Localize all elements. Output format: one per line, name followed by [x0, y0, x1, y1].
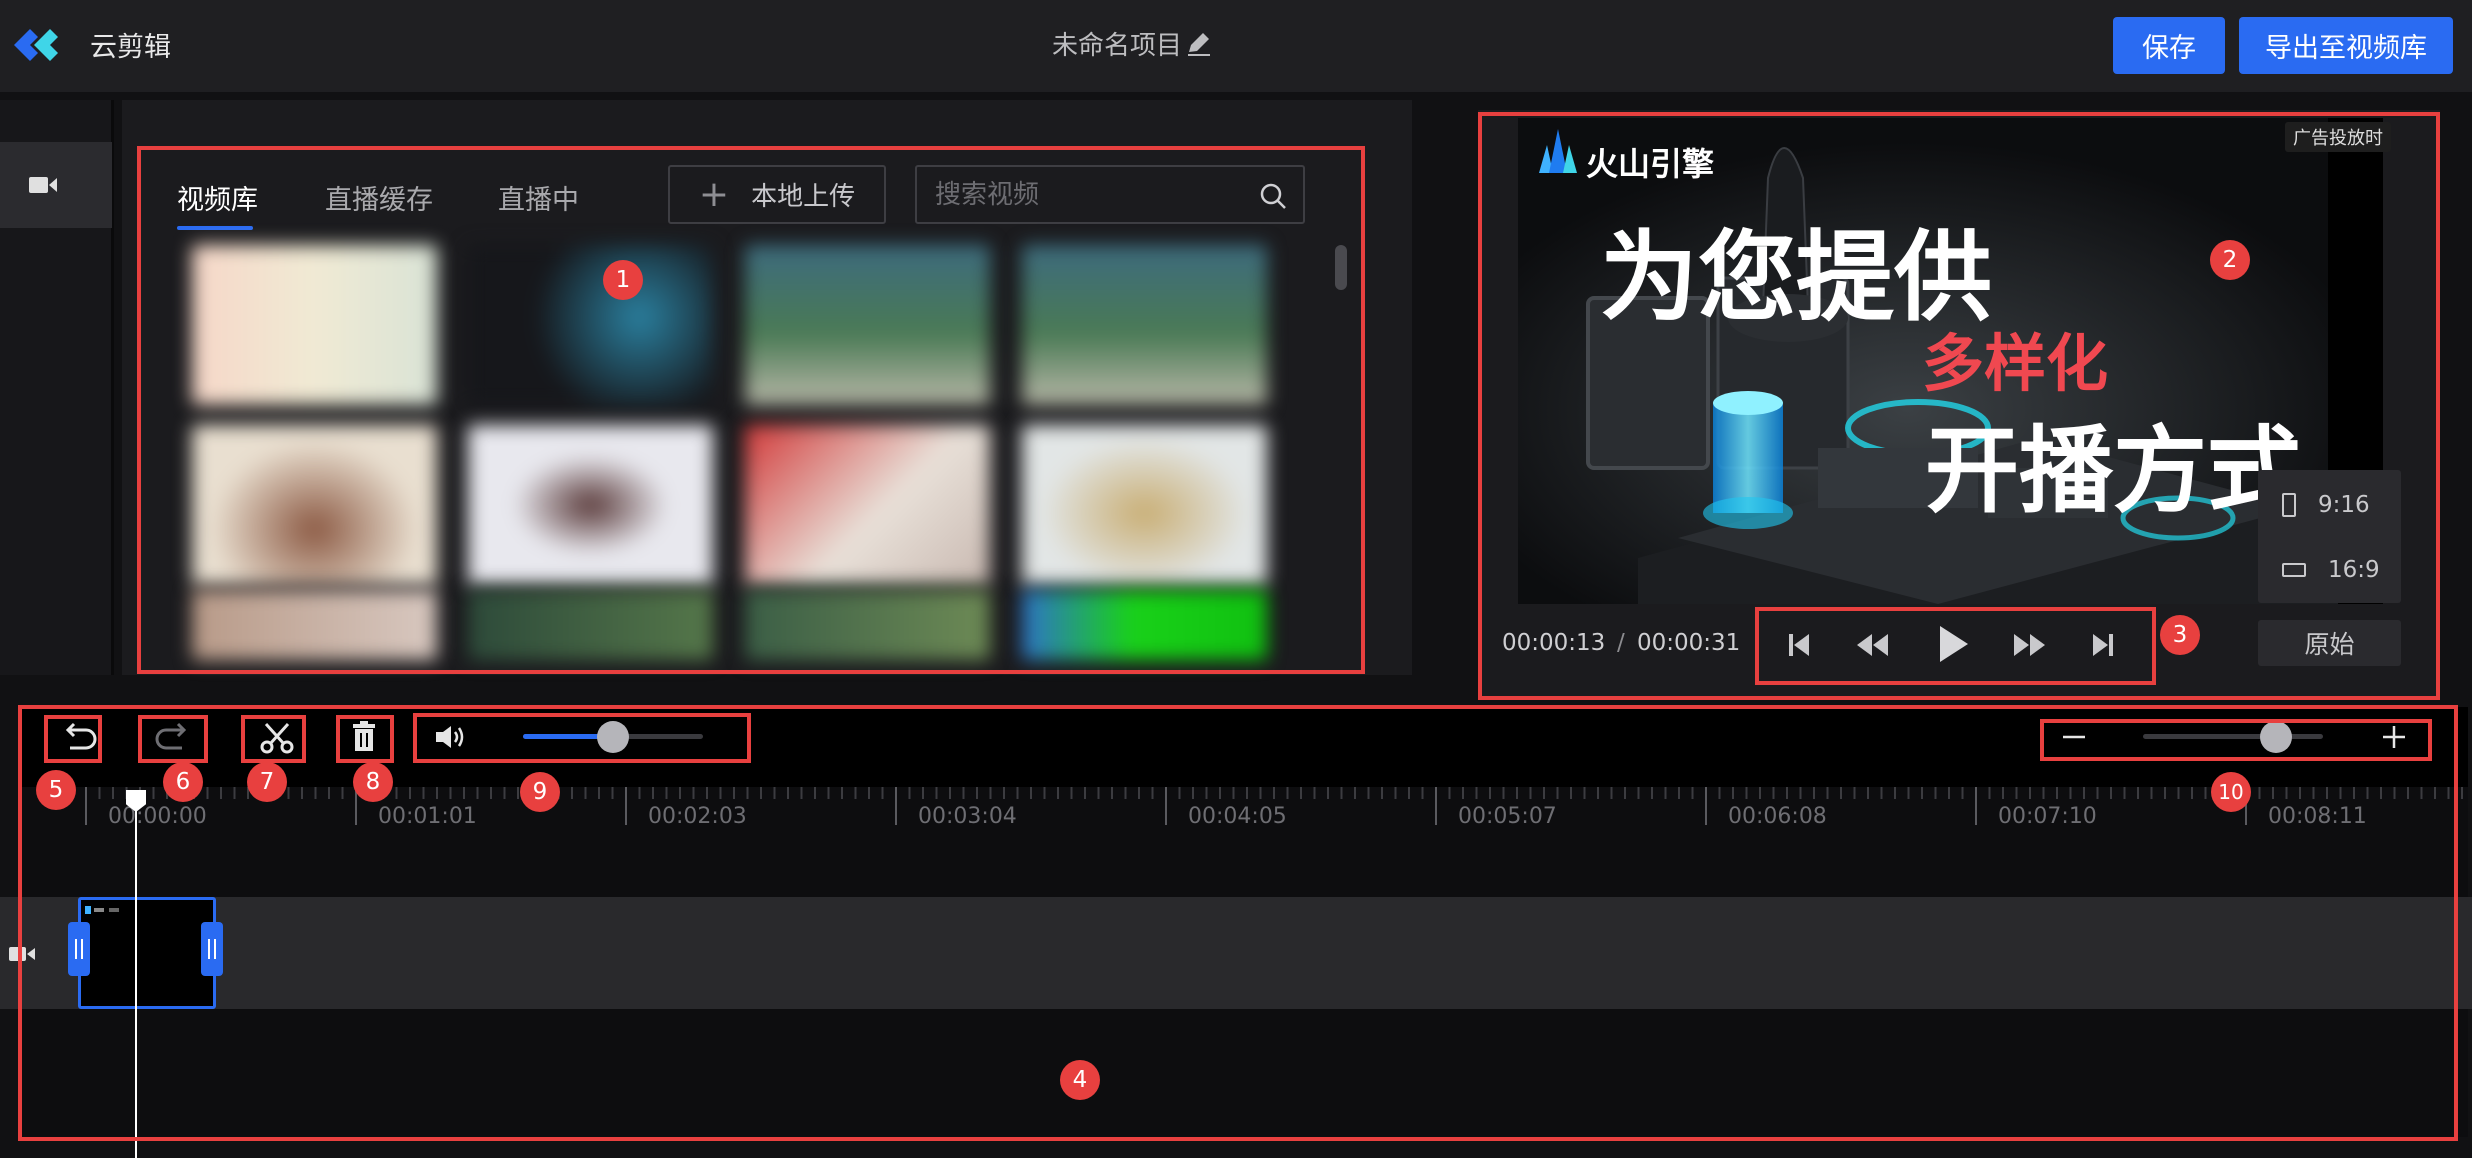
annotation-marker-6: 6 [163, 762, 203, 802]
play-icon[interactable] [1928, 620, 1976, 668]
zoom-slider-knob[interactable] [2260, 721, 2292, 753]
clip-trim-handle-left[interactable] [68, 922, 90, 976]
local-upload-button[interactable]: + 本地上传 [668, 165, 886, 224]
plus-icon: + [698, 173, 730, 215]
video-thumbnail[interactable] [745, 425, 990, 585]
search-box [915, 165, 1305, 224]
video-thumbnail[interactable] [192, 245, 437, 405]
video-clip[interactable] [78, 897, 216, 1009]
ratio-16-9-label: 16:9 [2328, 557, 2380, 583]
annotation-marker-5: 5 [36, 770, 76, 810]
playhead-line [135, 795, 137, 1158]
video-thumbnail[interactable] [1022, 425, 1267, 585]
ruler-time-label: 00:07:10 [1998, 804, 2097, 829]
landscape-icon [2282, 563, 2306, 577]
zoom-slider-track[interactable] [2143, 734, 2323, 739]
app-name: 云剪辑 [90, 32, 171, 63]
search-icon[interactable] [1259, 182, 1287, 210]
ruler-time-label: 00:04:05 [1188, 804, 1287, 829]
delete-icon[interactable] [341, 718, 387, 756]
ratio-16-9-option[interactable]: 16:9 [2258, 540, 2401, 600]
scissors-icon[interactable] [254, 718, 300, 756]
ruler-time-label: 00:01:01 [378, 804, 477, 829]
ruler-time-label: 00:02:03 [648, 804, 747, 829]
edit-icon[interactable] [1185, 30, 1213, 58]
video-thumbnail[interactable] [1022, 590, 1267, 660]
ruler-time-label: 00:03:04 [918, 804, 1017, 829]
video-thumbnail[interactable] [745, 245, 990, 405]
video-track-icon [9, 947, 35, 961]
annotation-marker-10: 10 [2211, 772, 2251, 812]
brand-logo-text: 火山引擎 [1586, 145, 1715, 183]
video-thumbnail[interactable] [468, 425, 713, 585]
portrait-icon [2282, 493, 2296, 517]
video-thumbnail[interactable] [192, 590, 437, 660]
rewind-icon[interactable] [1850, 626, 1894, 664]
volume-icon[interactable] [434, 724, 466, 750]
tab-live-cache[interactable]: 直播缓存 [325, 178, 433, 217]
video-thumbnail[interactable] [192, 425, 437, 585]
export-to-library-button[interactable]: 导出至视频库 [2239, 17, 2453, 74]
video-thumbnail[interactable] [468, 590, 713, 660]
video-thumbnail[interactable] [745, 590, 990, 660]
ad-badge: 广告投放时 [2285, 122, 2391, 152]
hero-text-line-2: 多样化 [1922, 327, 2109, 400]
zoom-out-icon[interactable] [2060, 724, 2088, 750]
volume-slider-knob[interactable] [597, 721, 629, 753]
annotation-marker-3: 3 [2160, 615, 2200, 655]
video-thumbnail[interactable] [1022, 245, 1267, 405]
logo-icon [14, 29, 58, 61]
ratio-9-16-option[interactable]: 9:16 [2258, 475, 2401, 535]
undo-icon[interactable] [56, 718, 102, 756]
ruler-time-label: 00:00:00 [108, 804, 207, 829]
annotation-marker-4: 4 [1060, 1060, 1100, 1100]
original-ratio-button[interactable]: 原始 [2258, 620, 2401, 666]
video-track[interactable] [0, 897, 2472, 1009]
ruler-time-label: 00:08:11 [2268, 804, 2367, 829]
brand-logo-icon [1539, 129, 1577, 173]
skip-to-end-icon[interactable] [2080, 626, 2124, 664]
tab-video-library[interactable]: 视频库 [177, 178, 258, 217]
ruler-time-label: 00:06:08 [1728, 804, 1827, 829]
current-time: 00:00:13 [1502, 630, 1606, 656]
project-title[interactable]: 未命名项目 [1052, 25, 1182, 62]
ruler-time-label: 00:05:07 [1458, 804, 1557, 829]
skip-to-start-icon[interactable] [1778, 626, 1822, 664]
video-camera-icon [29, 177, 57, 193]
ratio-9-16-label: 9:16 [2318, 492, 2370, 518]
annotation-marker-8: 8 [353, 762, 393, 802]
annotation-marker-9: 9 [520, 772, 560, 812]
library-scrollbar[interactable] [1335, 245, 1347, 290]
upload-label: 本地上传 [751, 182, 856, 212]
redo-icon[interactable] [150, 718, 196, 756]
zoom-in-icon[interactable] [2380, 724, 2408, 750]
time-separator: / [1617, 630, 1625, 656]
save-button[interactable]: 保存 [2113, 17, 2225, 74]
search-input[interactable] [935, 177, 1245, 213]
clip-trim-handle-right[interactable] [201, 922, 223, 976]
tab-live-now[interactable]: 直播中 [498, 178, 579, 217]
annotation-marker-7: 7 [247, 762, 287, 802]
fast-forward-icon[interactable] [2008, 626, 2052, 664]
video-thumbnail[interactable] [468, 245, 713, 405]
active-tab-indicator [177, 226, 253, 230]
total-time: 00:00:31 [1637, 630, 1741, 656]
clip-thumbnail-icon [85, 906, 119, 914]
hero-text-line-3: 开播方式 [1925, 417, 2302, 526]
annotation-marker-1: 1 [603, 260, 643, 300]
top-header [0, 0, 2472, 92]
annotation-marker-2: 2 [2210, 240, 2250, 280]
